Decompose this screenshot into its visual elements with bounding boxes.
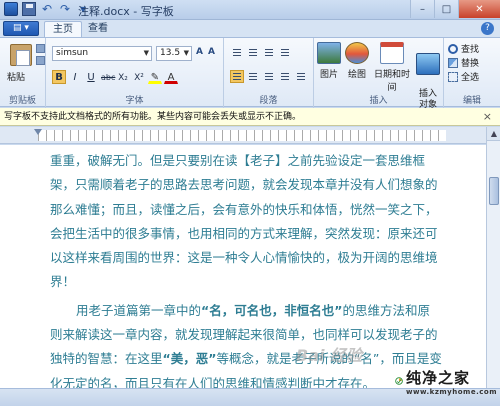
strikethrough-button[interactable]: abc	[100, 70, 115, 84]
calendar-icon	[380, 42, 404, 64]
ribbon-tabs: ▤ ▾ 主页 查看 ?	[0, 20, 500, 37]
cut-icon[interactable]	[36, 44, 45, 53]
paragraph-row-2	[230, 70, 308, 83]
document-area[interactable]: 重重，破解无门。但是只要别在读【老子】之前先验设定一套思维框架，只需顺着老子的思…	[0, 145, 486, 388]
subscript-button[interactable]: X₂	[116, 70, 130, 84]
baidu-watermark: Bai 经验	[296, 346, 363, 365]
chevron-down-icon: ▼	[143, 49, 149, 57]
insert-drawing-label: 绘图	[347, 70, 366, 80]
document-text[interactable]: 重重，破解无门。但是只要别在读【老子】之前先验设定一套思维框架，只需顺着老子的思…	[50, 149, 442, 388]
underline-button[interactable]: U	[84, 70, 98, 84]
scroll-thumb[interactable]	[489, 177, 499, 205]
font-size-value: 13.5	[160, 48, 181, 58]
insert-date-time-button[interactable]: 日期和时间	[370, 42, 414, 93]
logo-url-text: www.kzmyhome.com	[406, 387, 497, 396]
window-controls: – □ ✕	[410, 0, 500, 18]
font-group-label: 字体	[125, 96, 144, 106]
font-color-button[interactable]: A	[164, 70, 178, 84]
compatibility-info-bar: 写字板不支持此文档格式的所有功能。某些内容可能会丢失或显示不正确。 ×	[0, 108, 500, 126]
ruler-scale	[38, 130, 446, 141]
wordpad-app-icon[interactable]	[4, 2, 18, 16]
logo-chinese-text: 纯净之家	[406, 368, 471, 387]
bold-button[interactable]: B	[52, 70, 66, 84]
editing-group: 查找 替换 全选 编辑	[444, 38, 500, 108]
align-center-icon[interactable]	[246, 70, 260, 83]
info-bar-message: 写字板不支持此文档格式的所有功能。某些内容可能会丢失或显示不正确。	[4, 112, 302, 122]
paint-icon	[345, 42, 369, 64]
clipboard-group-label: 剪贴板	[8, 96, 36, 106]
insert-date-time-label: 日期和时间	[373, 70, 410, 93]
paste-icon[interactable]	[10, 44, 32, 66]
paragraph-2-part-a: 用老子道篇第一章中的	[76, 302, 202, 318]
maximize-button[interactable]: □	[434, 0, 458, 18]
superscript-button[interactable]: X²	[132, 70, 146, 84]
font-format-buttons: B I U abc X₂ X² ✎ A	[52, 70, 178, 84]
replace-button[interactable]: 替换	[448, 56, 479, 69]
ruler	[0, 127, 486, 144]
document-paragraph-1: 重重，破解无门。但是只要别在读【老子】之前先验设定一套思维框架，只需顺着老子的思…	[50, 153, 438, 290]
document-paragraph-2: 用老子道篇第一章中的“名，可名也，非恒名也”的思维方法和原则来解读这一章内容，就…	[50, 299, 442, 388]
save-icon[interactable]	[22, 2, 36, 16]
title-bar: ↶ ↷ ▾ 注释.docx - 写字板 – □ ✕	[0, 0, 500, 20]
insert-group-label: 插入	[369, 96, 388, 106]
grow-font-icon[interactable]: A	[196, 47, 207, 59]
increase-indent-icon[interactable]	[246, 46, 260, 59]
picture-icon	[317, 42, 341, 64]
paragraph-2-quote-2: “美，恶”	[162, 351, 217, 367]
copy-icon[interactable]	[36, 56, 45, 65]
insert-picture-button[interactable]: 图片	[316, 42, 342, 80]
paragraph-2-quote-1: “名，可名也，非恒名也”	[201, 302, 343, 318]
window-title: 注释.docx - 写字板	[78, 5, 174, 18]
highlight-color-button[interactable]: ✎	[148, 70, 162, 84]
replace-icon	[448, 57, 458, 68]
editing-group-label: 编辑	[462, 96, 481, 106]
find-button[interactable]: 查找	[448, 42, 479, 55]
object-icon	[416, 53, 440, 75]
shrink-font-icon[interactable]: A	[208, 47, 219, 59]
paragraph-group-label: 段落	[259, 96, 278, 106]
find-icon	[448, 43, 458, 54]
bullet-list-icon[interactable]	[262, 46, 276, 59]
paragraph-row-1	[230, 46, 292, 59]
insert-group: 图片 绘图 日期和时间 插入 对象 插入	[314, 38, 444, 110]
logo-text: 纯净之家 www.kzmyhome.com	[406, 367, 497, 396]
select-all-icon	[448, 71, 458, 82]
indent-marker[interactable]	[34, 129, 42, 135]
select-all-button[interactable]: 全选	[448, 70, 479, 83]
logo-mark-icon	[395, 377, 403, 385]
scroll-up-icon[interactable]: ▲	[487, 127, 500, 141]
line-spacing-icon[interactable]	[278, 46, 292, 59]
info-bar-close-icon[interactable]: ×	[483, 108, 492, 126]
tab-home[interactable]: 主页	[44, 21, 82, 37]
replace-label: 替换	[461, 59, 480, 69]
help-icon[interactable]: ?	[481, 22, 494, 35]
paste-button-label[interactable]: 粘贴	[7, 70, 25, 83]
find-label: 查找	[461, 45, 480, 55]
select-all-label: 全选	[461, 73, 480, 83]
font-group: simsun ▼ 13.5 ▼ A A B I U abc X₂ X² ✎ A …	[46, 38, 224, 108]
italic-button[interactable]: I	[68, 70, 82, 84]
close-button[interactable]: ✕	[458, 0, 500, 18]
tab-view[interactable]: 查看	[80, 21, 116, 37]
chevron-down-icon: ▼	[183, 49, 189, 57]
ribbon: 粘贴 剪贴板 simsun ▼ 13.5 ▼ A A B I U abc X₂ …	[0, 37, 500, 110]
insert-picture-label: 图片	[319, 70, 338, 80]
font-family-value: simsun	[56, 48, 89, 58]
font-family-select[interactable]: simsun ▼	[52, 46, 152, 61]
undo-icon[interactable]: ↶	[40, 2, 54, 16]
insert-drawing-button[interactable]: 绘图	[344, 42, 370, 80]
decrease-indent-icon[interactable]	[230, 46, 244, 59]
vertical-scrollbar[interactable]: ▲	[486, 127, 500, 388]
paragraph-group: 段落	[224, 38, 314, 108]
align-right-icon[interactable]	[262, 70, 276, 83]
clipboard-group: 粘贴 剪贴板	[0, 38, 46, 108]
minimize-button[interactable]: –	[410, 0, 434, 18]
font-size-select[interactable]: 13.5 ▼	[156, 46, 192, 61]
justify-icon[interactable]	[278, 70, 292, 83]
redo-icon[interactable]: ↷	[58, 2, 72, 16]
paragraph-settings-icon[interactable]	[294, 70, 308, 83]
application-menu-button[interactable]: ▤ ▾	[3, 21, 39, 36]
align-left-icon[interactable]	[230, 70, 244, 83]
site-logo: 纯净之家 www.kzmyhome.com	[395, 360, 497, 402]
